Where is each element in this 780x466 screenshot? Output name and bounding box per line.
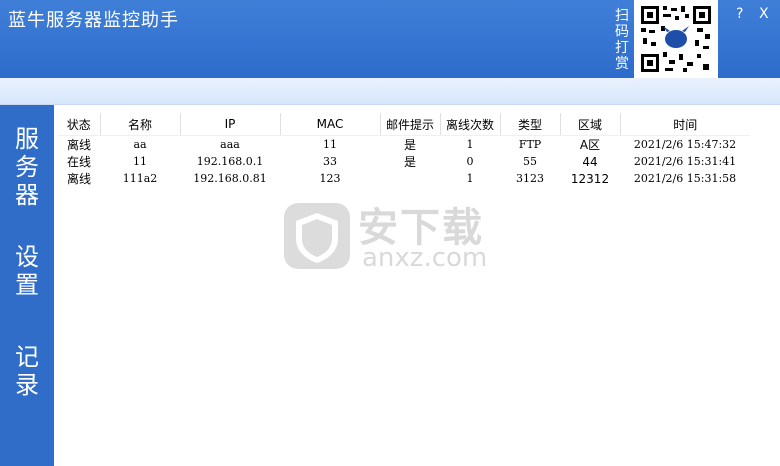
column-header-status[interactable]: 状态 xyxy=(58,113,101,136)
sidebar-item-label: 服务器 xyxy=(15,125,39,209)
column-header-region[interactable]: 区域 xyxy=(560,113,621,136)
cell-status: 离线 xyxy=(66,172,91,186)
close-button[interactable]: X xyxy=(759,6,769,22)
sidebar: 服务器 设置 记录 xyxy=(0,105,54,466)
cell-offline-count: 0 xyxy=(466,155,474,168)
cell-ip: 192.168.0.1 xyxy=(196,155,264,168)
sidebar-item-label: 记录 xyxy=(15,343,39,399)
qr-label: 扫码打赏 xyxy=(615,8,629,72)
column-header-name[interactable]: 名称 xyxy=(100,113,181,136)
cell-email-alert xyxy=(380,170,440,187)
qr-code-image xyxy=(634,0,718,78)
cell-region: A区 xyxy=(579,138,601,152)
column-header-ip[interactable]: IP xyxy=(180,113,281,136)
help-button[interactable]: ? xyxy=(736,6,743,22)
cell-name: aa xyxy=(133,138,147,151)
cell-time: 2021/2/6 15:31:41 xyxy=(633,155,737,168)
cell-region: 44 xyxy=(582,154,598,169)
cell-offline-count: 1 xyxy=(466,138,474,151)
column-header-offline-count[interactable]: 离线次数 xyxy=(440,113,501,136)
table-row[interactable]: 离线 aa aaa 11 是 1 FTP A区 2021/2/6 15:47:3… xyxy=(58,136,750,154)
cell-mac: 33 xyxy=(323,155,337,168)
main-panel: 状态 名称 IP MAC 邮件提示 离线次数 类型 区域 时间 离线 aa aa… xyxy=(54,105,780,466)
cell-type: 3123 xyxy=(516,172,544,185)
cell-mac: 123 xyxy=(319,172,341,185)
cell-email-alert: 是 xyxy=(403,155,416,169)
cell-ip: aaa xyxy=(220,138,240,151)
cell-time: 2021/2/6 15:31:58 xyxy=(633,172,737,185)
cell-type: FTP xyxy=(518,138,542,151)
title-bar: 蓝牛服务器监控助手 扫码打赏 ? X xyxy=(0,0,780,78)
shield-logo-icon xyxy=(284,203,350,269)
cell-time: 2021/2/6 15:47:32 xyxy=(633,138,737,151)
column-header-mac[interactable]: MAC xyxy=(280,113,381,136)
cell-status: 在线 xyxy=(66,155,91,169)
cell-mac: 11 xyxy=(323,138,337,151)
column-header-type[interactable]: 类型 xyxy=(500,113,561,136)
table-header-row: 状态 名称 IP MAC 邮件提示 离线次数 类型 区域 时间 xyxy=(58,113,750,136)
column-header-email-alert[interactable]: 邮件提示 xyxy=(380,113,441,136)
table-row[interactable]: 离线 111a2 192.168.0.81 123 1 3123 12312 2… xyxy=(58,170,750,187)
cell-name: 11 xyxy=(133,155,147,168)
sidebar-item-server[interactable]: 服务器 xyxy=(0,125,54,209)
table-row[interactable]: 在线 11 192.168.0.1 33 是 0 55 44 2021/2/6 … xyxy=(58,153,750,170)
server-table: 状态 名称 IP MAC 邮件提示 离线次数 类型 区域 时间 离线 aa aa… xyxy=(58,113,750,187)
cell-status: 离线 xyxy=(66,138,91,152)
toolbar-strip xyxy=(0,78,780,105)
cell-offline-count: 1 xyxy=(466,172,474,185)
qr-code-icon xyxy=(639,4,713,74)
watermark-subtext: anxz.com xyxy=(362,243,488,273)
sidebar-item-settings[interactable]: 设置 xyxy=(0,243,54,299)
cell-ip: 192.168.0.81 xyxy=(193,172,267,185)
app-title: 蓝牛服务器监控助手 xyxy=(8,10,179,31)
column-header-time[interactable]: 时间 xyxy=(620,113,750,136)
sidebar-item-records[interactable]: 记录 xyxy=(0,343,54,399)
cell-name: 111a2 xyxy=(122,172,158,185)
cell-type: 55 xyxy=(523,155,537,168)
sidebar-item-label: 设置 xyxy=(15,243,39,299)
cell-email-alert: 是 xyxy=(403,138,416,152)
cell-region: 12312 xyxy=(570,171,610,186)
watermark: 安下载 anxz.com xyxy=(282,195,502,275)
